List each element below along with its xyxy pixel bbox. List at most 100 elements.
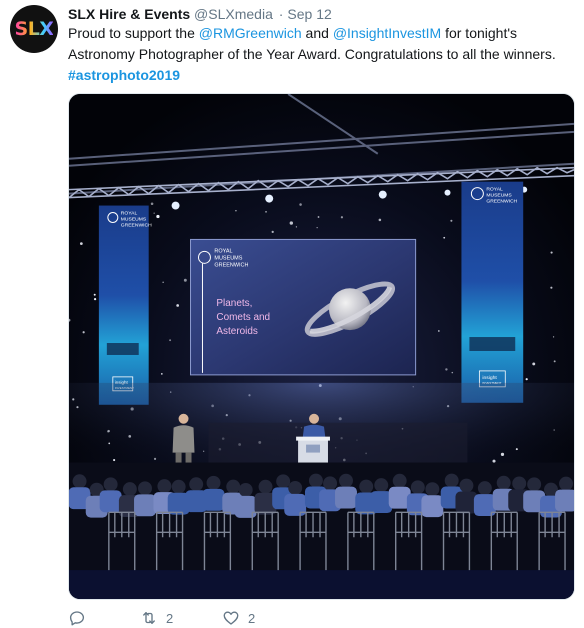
star-light <box>550 251 553 254</box>
audience-head <box>359 479 374 494</box>
star-light <box>525 378 528 381</box>
audience-head <box>425 482 440 497</box>
reply-button[interactable] <box>68 609 140 627</box>
star-light <box>317 216 320 218</box>
retweet-button[interactable]: 2 <box>140 609 222 627</box>
text-segment: Proud to support the <box>68 25 199 41</box>
audience-body <box>335 486 357 509</box>
tweet: SLX SLX Hire & Events @SLXmedia · Sep 12 … <box>0 0 584 628</box>
text-segment: and <box>301 25 333 41</box>
star-light <box>162 281 164 283</box>
screen-logo-line: MUSEUMS <box>214 255 242 261</box>
star-light <box>553 360 556 363</box>
tweet-date[interactable]: Sep 12 <box>287 6 331 22</box>
audience-head <box>72 474 87 489</box>
audience-body <box>234 495 257 518</box>
screen-title-line: Asteroids <box>216 326 258 337</box>
tweet-actions: 2 2 <box>68 608 302 628</box>
audience-head <box>276 474 291 489</box>
star-light <box>150 202 154 206</box>
audience-head <box>258 479 273 494</box>
audience-body <box>421 495 444 518</box>
star-light <box>445 368 448 371</box>
left-banner: ROYAL MUSEUMS GREENWICH insight INVESTME… <box>98 205 152 405</box>
audience-head <box>512 476 527 491</box>
audience-head <box>138 481 152 496</box>
audience-head <box>288 480 303 495</box>
retweet-count: 2 <box>166 610 174 626</box>
screen-logo-line: GREENWICH <box>214 262 248 268</box>
star-light <box>265 211 267 213</box>
star-light <box>378 218 382 222</box>
audience-head <box>410 480 425 495</box>
audience-head <box>308 473 323 488</box>
mention-link[interactable]: @RMGreenwich <box>199 25 302 41</box>
left-banner-logo-line: GREENWICH <box>121 222 152 228</box>
audience-body <box>99 490 122 513</box>
heart-icon <box>223 611 239 625</box>
star-light <box>299 203 302 206</box>
screen-title-line: Comets and <box>216 312 270 323</box>
star-light <box>235 210 237 212</box>
audience-head <box>477 481 492 496</box>
star-light <box>271 230 274 233</box>
audience <box>69 462 574 599</box>
tweet-photo[interactable]: ROYAL MUSEUMS GREENWICH insight INVESTME… <box>68 93 575 600</box>
audience-head <box>238 482 253 497</box>
audience-head <box>226 479 241 494</box>
star-light <box>82 331 85 334</box>
star-light <box>532 362 536 366</box>
star-light <box>79 242 83 245</box>
star-light <box>552 336 555 338</box>
display-name[interactable]: SLX Hire & Events <box>68 6 190 22</box>
audience-head <box>374 478 389 493</box>
star-light <box>289 221 293 225</box>
audience-body <box>555 489 574 512</box>
star-light <box>153 212 155 214</box>
audience-head <box>527 477 542 492</box>
star-light <box>316 227 318 229</box>
audience-head <box>339 473 353 488</box>
event-photo: ROYAL MUSEUMS GREENWICH insight INVESTME… <box>69 94 574 599</box>
star-light <box>183 278 187 282</box>
star-light <box>450 219 453 222</box>
avatar-logo: SLX <box>14 18 54 40</box>
star-light <box>93 293 96 296</box>
audience-head <box>323 476 338 491</box>
audience-body <box>134 494 156 517</box>
audience-head <box>103 477 118 492</box>
like-button[interactable]: 2 <box>222 609 302 627</box>
tweet-header: SLX Hire & Events @SLXmedia · Sep 12 <box>68 5 332 23</box>
projection-screen: ROYAL MUSEUMS GREENWICH Planets, Comets … <box>190 238 417 376</box>
star-light <box>550 286 553 289</box>
right-banner: ROYAL MUSEUMS GREENWICH insight INVESTME… <box>461 181 524 403</box>
reply-icon <box>69 611 85 626</box>
star-light <box>156 214 160 219</box>
audience-head <box>157 479 172 494</box>
audience-head <box>189 477 204 492</box>
right-banner-logo-line: GREENWICH <box>486 199 517 205</box>
star-light <box>451 371 454 374</box>
avatar[interactable]: SLX <box>10 5 58 53</box>
star-light <box>93 297 97 301</box>
user-handle[interactable]: @SLXmedia <box>194 6 273 22</box>
retweet-icon <box>143 612 155 624</box>
like-count: 2 <box>248 610 256 626</box>
star-light <box>160 373 163 375</box>
star-light <box>437 330 440 332</box>
star-light <box>340 216 344 219</box>
star-light <box>443 236 446 239</box>
tweet-text: Proud to support the @RMGreenwich and @I… <box>68 23 573 86</box>
audience-head <box>392 473 407 488</box>
mention-link[interactable]: @InsightInvestIM <box>333 25 441 41</box>
audience-head <box>559 476 574 491</box>
star-light <box>295 226 298 228</box>
hashtag-link[interactable]: #astrophoto2019 <box>68 67 180 83</box>
audience-head <box>459 478 474 493</box>
audience-head <box>206 475 221 490</box>
audience-body <box>202 488 225 511</box>
audience-head <box>171 479 186 494</box>
audience-head <box>444 473 459 488</box>
screen-logo-line: ROYAL <box>214 248 232 254</box>
separator-dot: · <box>278 6 284 22</box>
